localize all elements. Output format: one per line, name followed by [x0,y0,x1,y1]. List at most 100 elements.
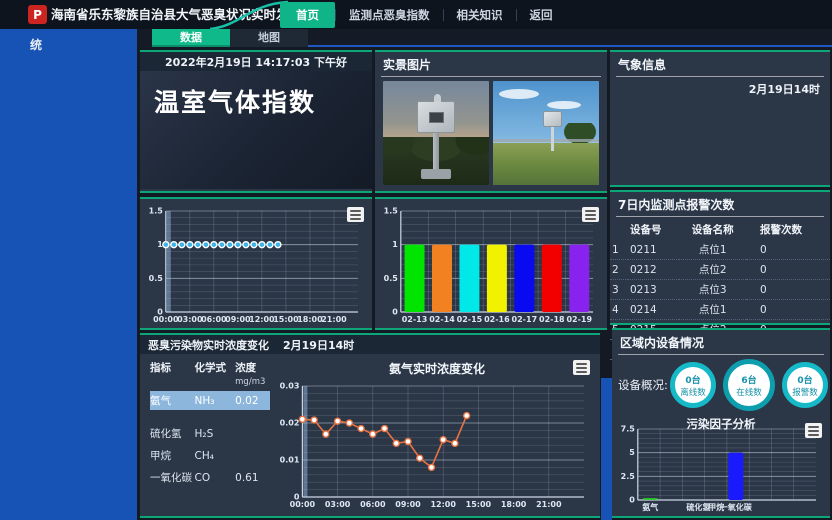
svg-text:15:00: 15:00 [273,315,299,324]
svg-text:09:00: 09:00 [395,500,421,509]
svg-text:12:00: 12:00 [430,500,456,509]
svg-text:15:00: 15:00 [466,500,492,509]
odor-table-rows: 氨气NH₃0.02 硫化氢H₂S 甲烷CH₄ 一氧化碳CO0.61 [150,391,270,487]
chart-menu-icon[interactable] [347,207,364,222]
app-logo-icon: P [28,5,47,24]
nav-item[interactable]: 相关知识 [444,3,516,27]
odor-row[interactable]: 甲烷CH₄ [150,446,270,465]
odor-body: 指标 化学式 浓度 mg/m3 氨气NH₃0.02 硫化氢H₂S 甲烷CH₄ 一氧化碳… [140,354,600,514]
svg-text:21:00: 21:00 [321,315,347,324]
svg-text:18:00: 18:00 [501,500,527,509]
alarm-table-header: 设备号 设备名称 报警次数 [610,219,830,240]
svg-text:0.02: 0.02 [280,419,300,428]
chart-menu-icon[interactable] [805,423,822,438]
nav-item[interactable]: 监测点恶臭指数 [336,3,443,27]
panel-greenhouse-line-chart: 00.511.500:0003:0006:0009:0012:0015:0018… [140,197,372,330]
weather-title: 气象信息 [610,52,830,76]
svg-text:02-15: 02-15 [457,315,483,324]
odor-panel-title: 恶臭污染物实时浓度变化 [148,337,269,353]
nh3-chart-title: 氨气实时浓度变化 [274,354,600,377]
nav-item[interactable]: 首页 [280,2,335,28]
device-stat-circle: 0台报警数 [782,362,828,408]
table-row: 10211点位10 [610,240,830,260]
weather-timestamp: 2月19日14时 [610,77,830,97]
greenhouse-line-chart: 00.511.500:0003:0006:0009:0012:0015:0018… [144,203,368,325]
svg-text:0: 0 [392,308,398,317]
navbar-swoosh-decoration [208,0,290,29]
svg-text:00:00: 00:00 [290,500,316,509]
device-stat-circle: 6台在线数 [723,359,775,411]
panel-regional-devices: 区域内设备情况 设备概况: 0台离线数6台在线数0台报警数 污染因子分析 02.… [612,328,830,518]
svg-text:03:00: 03:00 [325,500,351,509]
odor-row[interactable]: 一氧化碳CO0.61 [150,468,270,487]
svg-text:09:00: 09:00 [225,315,251,324]
table-row: 20212点位20 [610,260,830,280]
odor-panel-timestamp: 2月19日14时 [283,337,354,353]
svg-text:02-18: 02-18 [539,315,565,324]
svg-text:5: 5 [629,448,635,457]
background-blue-strip [601,378,612,520]
svg-text:06:00: 06:00 [360,500,386,509]
tab-active[interactable]: 数据 [152,29,230,47]
odor-panel-header: 恶臭污染物实时浓度变化 2月19日14时 [140,335,600,354]
panel-alarm-counts: 7日内监测点报警次数 设备号 设备名称 报警次数 10211点位1020212点… [610,190,830,325]
svg-text:1.5: 1.5 [384,207,399,216]
greenhouse-index-body: 温室气体指数 [140,71,372,189]
svg-text:18:00: 18:00 [297,315,323,324]
svg-text:0.01: 0.01 [280,456,300,465]
top-navbar: P 海南省乐东黎族自治县大气恶臭状况实时发布系 首页监测点恶臭指数相关知识返回 [0,0,832,29]
svg-text:硫化氢: 硫化氢 [686,502,710,512]
chart-menu-icon[interactable] [573,360,590,375]
nh3-line-chart: 00.010.020.0300:0003:0006:0009:0012:0015… [276,378,594,510]
dashboard-root: P 海南省乐东黎族自治县大气恶臭状况实时发布系 首页监测点恶臭指数相关知识返回 … [0,0,832,520]
device-overview-row: 设备概况: 0台离线数6台在线数0台报警数 [612,355,830,413]
svg-text:21:00: 21:00 [536,500,562,509]
datetime-bar: 2022年2月19日 14:17:03 下午好 [140,52,372,71]
odor-row[interactable]: 硫化氢H₂S [150,424,270,443]
device-overview-label: 设备概况: [618,377,670,393]
panel-live-photos: 实景图片 [375,50,607,193]
svg-text:7.5: 7.5 [621,425,636,434]
greenhouse-index-title: 温室气体指数 [140,71,372,119]
monitoring-station-photo-field [493,81,599,185]
table-row: 40214点位10 [610,300,830,320]
svg-text:1.5: 1.5 [149,207,164,216]
chart-menu-icon[interactable] [582,207,599,222]
odor-table-header: 指标 化学式 浓度 mg/m3 [150,360,270,387]
sidebar-title-overflow: 统 [30,36,42,53]
title-divider [616,216,824,217]
odor-table: 指标 化学式 浓度 mg/m3 氨气NH₃0.02 硫化氢H₂S 甲烷CH₄ 一氧化碳… [140,354,274,514]
svg-text:06:00: 06:00 [201,315,227,324]
devices-panel-title: 区域内设备情况 [612,330,830,354]
odor-chart-area: 氨气实时浓度变化 00.010.020.0300:0003:0006:0009:… [274,354,600,514]
svg-text:0.5: 0.5 [149,274,164,283]
svg-text:12:00: 12:00 [249,315,275,324]
svg-text:02-16: 02-16 [484,315,510,324]
svg-text:00:00: 00:00 [153,315,179,324]
pollution-factor-bar-chart: 02.557.5氨气硫化氢甲烷一氧化碳 [616,421,826,513]
svg-text:0: 0 [629,496,635,505]
panel-daily-bar-chart: 00.511.502-1302-1402-1502-1602-1702-1802… [375,197,607,330]
panel-odor-pollutants: 恶臭污染物实时浓度变化 2月19日14时 指标 化学式 浓度 mg/m3 氨气N… [140,333,600,518]
table-row: 30213点位30 [610,280,830,300]
device-stat-circle: 0台离线数 [670,362,716,408]
tab-inactive[interactable]: 地图 [230,29,308,47]
view-tabs: 数据地图 [152,29,308,47]
main-nav: 首页监测点恶臭指数相关知识返回 [280,0,566,29]
svg-text:1: 1 [392,240,398,249]
left-sidebar: 统 [0,29,137,520]
svg-text:2.5: 2.5 [621,472,636,481]
odor-row[interactable]: 氨气NH₃0.02 [150,391,270,410]
svg-text:0.03: 0.03 [280,382,300,391]
svg-text:02-19: 02-19 [566,315,592,324]
svg-text:0.5: 0.5 [384,274,399,283]
svg-text:02-13: 02-13 [402,315,428,324]
datetime-text: 2022年2月19日 14:17:03 下午好 [165,54,347,70]
view-tabbar: 数据地图 [137,29,832,47]
svg-text:02-14: 02-14 [429,315,455,324]
alarm-panel-title: 7日内监测点报警次数 [610,192,830,216]
nav-item[interactable]: 返回 [517,3,566,27]
panel-weather-info: 气象信息 2月19日14时 [610,50,830,187]
monitoring-station-photo-dusk [383,81,489,185]
live-photos-title: 实景图片 [375,52,607,76]
